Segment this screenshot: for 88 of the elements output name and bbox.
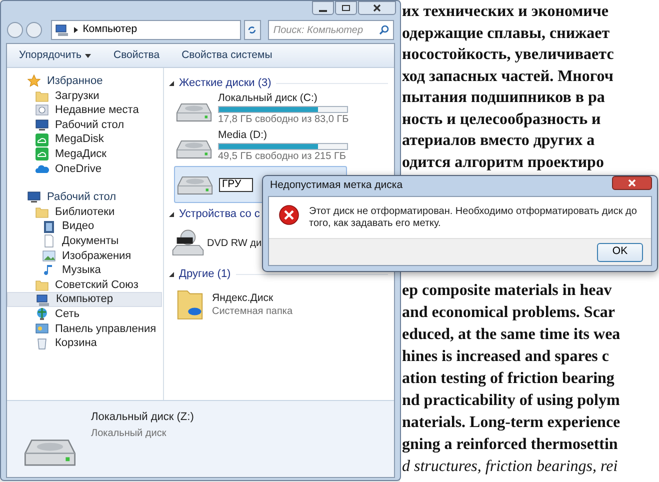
caret-icon	[85, 54, 92, 58]
free-space-text: 49,5 ГБ свободно из 215 ГБ	[218, 150, 347, 163]
close-button[interactable]	[358, 1, 396, 15]
group-header[interactable]: Жесткие диски (3)	[179, 74, 272, 92]
minimize-button[interactable]	[312, 1, 334, 15]
search-field[interactable]: Поиск: Компьютер	[268, 20, 394, 40]
error-icon	[279, 205, 299, 225]
collapse-triangle-icon	[169, 212, 174, 216]
toolbar-button[interactable]: Свойства	[113, 48, 160, 64]
monitor-icon	[27, 190, 41, 204]
document-text-line: ход запасных частей. Многоч	[402, 66, 614, 86]
document-text-line: nd practicability of using polym	[402, 391, 621, 411]
control-panel-icon	[35, 322, 49, 336]
toolbar-button[interactable]: Упорядочить	[19, 48, 92, 64]
document-text-line: ер composite materials in heav	[402, 281, 613, 301]
drive-name[interactable]: DVD RW ди	[207, 236, 262, 250]
nav-item[interactable]: Музыка	[7, 263, 162, 278]
nav-item[interactable]: Компьютер	[7, 292, 162, 307]
group-header[interactable]: Устройства со с	[179, 206, 260, 222]
close-button[interactable]	[612, 176, 652, 190]
address-text: Компьютер	[82, 22, 138, 38]
error-message: Этот диск не отформатирован. Необходимо отформатировать диск до того, как задавать его метку.	[309, 205, 638, 230]
film-icon	[42, 220, 56, 234]
nav-item[interactable]: Советский Союз	[7, 278, 162, 292]
cloud-icon	[35, 132, 49, 147]
document-text-line: hines is increased and spares c	[402, 347, 610, 367]
document-text-line: and economical problems. Scar	[402, 303, 616, 323]
star-icon	[27, 74, 41, 88]
computer-icon	[54, 23, 69, 37]
document-text-line: одится алгоритм проектиро	[402, 152, 605, 172]
details-type: Локальный диск	[91, 426, 168, 440]
document-text-line: пытания подшипников в ра	[402, 88, 606, 108]
nav-item[interactable]: Библиотеки	[7, 204, 162, 220]
group-header[interactable]: Другие (1)	[179, 266, 231, 282]
globe-icon	[35, 307, 49, 322]
refresh-button[interactable]	[244, 20, 262, 40]
nav-item[interactable]: Загрузки	[7, 88, 162, 104]
nav-item[interactable]: Корзина	[7, 336, 162, 351]
nav-item[interactable]: Сеть	[7, 306, 162, 322]
document-text-line: ность и целесообразность и	[402, 110, 602, 130]
computer-icon	[36, 292, 50, 307]
cloud-icon	[35, 147, 49, 162]
ok-button[interactable]: OK	[597, 242, 643, 262]
document-text-line: ation testing of friction bearing	[402, 369, 616, 389]
nav-item[interactable]: Документы	[7, 234, 162, 249]
address-bar[interactable]: Компьютер	[50, 20, 241, 40]
folder-icon	[35, 278, 49, 292]
folder-name[interactable]: Яндекс.Диск	[212, 291, 293, 305]
close-icon	[373, 4, 381, 12]
dvd-drive-icon	[172, 229, 204, 257]
document-text-line: их технических и экономиче	[402, 2, 610, 22]
document-text-line: атериалов вместо других а	[402, 131, 596, 151]
free-space-text: 17,8 ГБ свободно из 83,0 ГБ	[218, 113, 349, 126]
nav-item[interactable]: OneDrive	[7, 162, 162, 176]
folder-icon	[35, 205, 49, 220]
nav-item[interactable]: MegaDisk	[7, 132, 162, 147]
nav-item[interactable]: Панель управления	[7, 322, 162, 336]
document-text-line: naterials. Long-term experience	[402, 413, 622, 433]
drive-name[interactable]: Media (D:)	[218, 129, 348, 142]
nav-item[interactable]: Избранное	[7, 74, 162, 89]
toolbar-button[interactable]: Свойства системы	[182, 48, 272, 64]
folder-icon	[35, 88, 49, 103]
nav-item[interactable]: Изображения	[7, 248, 162, 264]
collapse-triangle-icon	[169, 272, 174, 276]
drive-name[interactable]: Локальный диск (C:)	[218, 92, 349, 105]
recycle-bin-icon	[35, 336, 49, 350]
rename-field[interactable]: ГРУ	[219, 178, 253, 192]
nav-item[interactable]: MegaДиск	[7, 146, 162, 162]
collapse-triangle-icon	[169, 80, 174, 86]
monitor-icon	[35, 118, 49, 132]
nav-item[interactable]: Недавние места	[7, 103, 162, 118]
folder-type: Системная папка	[212, 305, 293, 318]
nav-item[interactable]: Рабочий стол	[7, 118, 162, 132]
document-text-line: d structures, friction bearings, rei	[402, 457, 619, 477]
chevron-right-icon	[74, 27, 78, 33]
nav-item[interactable]: Видео	[7, 219, 162, 234]
picture-icon	[42, 248, 56, 263]
maximize-button[interactable]	[335, 1, 357, 15]
document-icon	[42, 234, 56, 248]
document-text-line: gning a reinforced thermosettin	[402, 435, 619, 455]
document-text-line: носостойкость, увеличиваетс	[402, 45, 615, 65]
document-text-line: educed, at the same time its wea	[402, 325, 622, 345]
refresh-icon	[247, 25, 258, 35]
search-icon	[379, 25, 389, 35]
document-text-line: одержащие сплавы, снижает	[402, 24, 611, 44]
close-icon	[628, 179, 636, 187]
details-name: Локальный диск (Z:)	[91, 410, 194, 425]
nav-item[interactable]: Рабочий стол	[7, 190, 162, 205]
